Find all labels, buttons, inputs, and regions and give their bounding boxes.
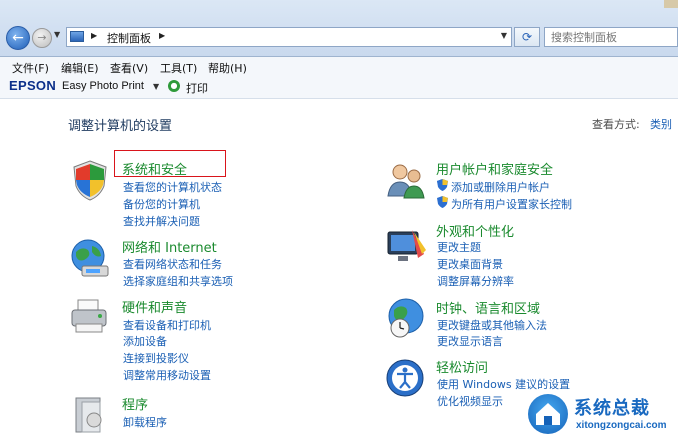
epson-toolbar: EPSON Easy Photo Print ▼ ● 打印 bbox=[0, 76, 678, 99]
link-display-language[interactable]: 更改显示语言 bbox=[437, 333, 503, 349]
category-hardware-sound[interactable]: 硬件和声音 bbox=[122, 297, 187, 316]
link-connect-projector[interactable]: 连接到投影仪 bbox=[123, 350, 189, 366]
breadcrumb-separator-icon[interactable]: ▶ bbox=[91, 31, 97, 40]
link-view-computer-status[interactable]: 查看您的计算机状态 bbox=[123, 179, 222, 195]
chevron-down-icon[interactable]: ▼ bbox=[153, 82, 159, 91]
hardware-printer-icon[interactable] bbox=[68, 296, 112, 340]
address-bar: ← → ▼ ▶ 控制面板 ▶ ▼ ⟳ bbox=[0, 0, 678, 57]
user-accounts-icon[interactable] bbox=[384, 158, 428, 202]
print-button[interactable]: 打印 bbox=[186, 80, 208, 96]
category-network-internet[interactable]: 网络和 Internet bbox=[122, 237, 217, 256]
address-box[interactable]: ▶ 控制面板 ▶ ▼ bbox=[66, 27, 512, 47]
link-optimize-video[interactable]: 优化视频显示 bbox=[437, 393, 503, 409]
uac-shield-icon bbox=[437, 196, 448, 208]
breadcrumb-separator-icon[interactable]: ▶ bbox=[159, 31, 165, 40]
link-add-device[interactable]: 添加设备 bbox=[123, 333, 167, 349]
watermark-title: 系统总裁 bbox=[574, 398, 650, 419]
recent-pages-dropdown[interactable]: ▼ bbox=[54, 30, 60, 39]
category-appearance[interactable]: 外观和个性化 bbox=[436, 221, 514, 240]
view-by-dropdown[interactable]: 类别 bbox=[650, 116, 672, 132]
easy-photo-print-button[interactable]: Easy Photo Print bbox=[62, 80, 144, 92]
system-security-shield-icon[interactable] bbox=[68, 158, 112, 202]
menu-bar: 文件(F) 编辑(E) 查看(V) 工具(T) 帮助(H) bbox=[0, 57, 678, 76]
link-troubleshoot[interactable]: 查找并解决问题 bbox=[123, 213, 200, 229]
control-panel-icon bbox=[70, 31, 84, 42]
link-add-remove-accounts[interactable]: 添加或删除用户帐户 bbox=[451, 179, 550, 195]
house-logo-icon bbox=[528, 394, 568, 434]
category-clock-language[interactable]: 时钟、语言和区域 bbox=[436, 298, 540, 317]
breadcrumb-control-panel[interactable]: 控制面板 bbox=[107, 30, 151, 46]
link-devices-printers[interactable]: 查看设备和打印机 bbox=[123, 317, 211, 333]
ease-of-access-icon[interactable] bbox=[384, 357, 428, 401]
watermark-url: xitongzongcai.com bbox=[576, 420, 667, 431]
clock-globe-icon[interactable] bbox=[384, 296, 428, 340]
menu-edit[interactable]: 编辑(E) bbox=[61, 60, 99, 76]
view-by-label: 查看方式: bbox=[592, 118, 640, 131]
forward-button[interactable]: → bbox=[32, 28, 52, 48]
category-programs[interactable]: 程序 bbox=[122, 394, 148, 413]
category-ease-of-access[interactable]: 轻松访问 bbox=[436, 357, 488, 376]
window-corner bbox=[664, 0, 678, 8]
menu-file[interactable]: 文件(F) bbox=[12, 60, 49, 76]
menu-tools[interactable]: 工具(T) bbox=[160, 60, 197, 76]
back-button[interactable]: ← bbox=[6, 26, 30, 50]
arrow-right-icon: → bbox=[37, 31, 47, 44]
refresh-button[interactable]: ⟳ bbox=[514, 27, 540, 47]
category-system-security[interactable]: 系统和安全 bbox=[122, 159, 187, 178]
epson-logo: EPSON bbox=[9, 78, 57, 93]
refresh-icon: ⟳ bbox=[521, 30, 533, 44]
print-icon[interactable]: ● bbox=[168, 80, 180, 92]
category-user-accounts[interactable]: 用户帐户和家庭安全 bbox=[436, 159, 553, 178]
link-homegroup-sharing[interactable]: 选择家庭组和共享选项 bbox=[123, 273, 233, 289]
link-change-keyboard[interactable]: 更改键盘或其他输入法 bbox=[437, 317, 547, 333]
link-change-theme[interactable]: 更改主题 bbox=[437, 239, 481, 255]
link-screen-resolution[interactable]: 调整屏幕分辨率 bbox=[437, 273, 514, 289]
link-view-network-status[interactable]: 查看网络状态和任务 bbox=[123, 256, 222, 272]
link-uninstall-program[interactable]: 卸载程序 bbox=[123, 414, 167, 430]
network-globe-icon[interactable] bbox=[68, 236, 112, 280]
link-mobility-settings[interactable]: 调整常用移动设置 bbox=[123, 367, 211, 383]
link-backup-computer[interactable]: 备份您的计算机 bbox=[123, 196, 200, 212]
page-title: 调整计算机的设置 bbox=[68, 119, 173, 134]
search-input[interactable] bbox=[544, 27, 678, 47]
uac-shield-icon bbox=[437, 179, 448, 191]
appearance-monitor-icon[interactable] bbox=[384, 224, 428, 268]
chevron-down-icon: ▼ bbox=[54, 30, 61, 39]
arrow-left-icon: ← bbox=[12, 30, 24, 46]
site-watermark: 系统总裁 xitongzongcai.com bbox=[528, 392, 678, 436]
link-parental-controls[interactable]: 为所有用户设置家长控制 bbox=[451, 196, 572, 212]
link-recommended-settings[interactable]: 使用 Windows 建议的设置 bbox=[437, 376, 570, 392]
menu-help[interactable]: 帮助(H) bbox=[208, 60, 247, 76]
menu-view[interactable]: 查看(V) bbox=[110, 60, 148, 76]
programs-box-icon[interactable] bbox=[68, 392, 112, 436]
address-dropdown-icon[interactable]: ▼ bbox=[501, 31, 507, 40]
link-desktop-background[interactable]: 更改桌面背景 bbox=[437, 256, 503, 272]
